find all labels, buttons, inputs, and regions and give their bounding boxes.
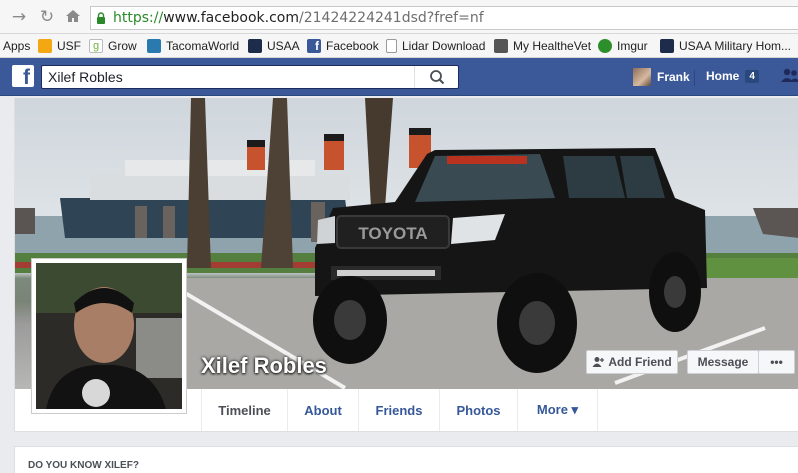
forward-arrow-icon[interactable]: → <box>10 8 28 26</box>
imgur-icon <box>598 39 612 53</box>
facebook-top-bar: f Frank Home 4 <box>0 58 798 96</box>
bookmarks-bar: Apps USF g Grow TacomaWorld USAA f Faceboo… <box>0 34 798 58</box>
avatar <box>36 263 182 409</box>
bookmark-usaa-military-home[interactable]: USAA Military Hom... <box>660 38 791 54</box>
search-icon <box>430 70 445 85</box>
do-you-know-section: DO YOU KNOW XILEF? <box>14 446 798 473</box>
avatar <box>633 68 651 86</box>
more-options-button[interactable]: ••• <box>758 350 795 374</box>
tacomaworld-icon <box>147 39 161 53</box>
grow-leaf-icon: g <box>89 39 103 53</box>
search-button[interactable] <box>414 66 458 88</box>
facebook-search[interactable] <box>41 65 459 89</box>
bookmark-tacomaworld[interactable]: TacomaWorld <box>147 38 239 54</box>
url-text: https://www.facebook.com/21424224241dsd?… <box>113 10 484 26</box>
home-count-badge: 4 <box>745 69 759 83</box>
profile-name[interactable]: Xilef Robles <box>201 353 327 379</box>
usf-icon <box>38 39 52 53</box>
bookmark-my-healthevet[interactable]: My HealtheVet <box>494 38 591 54</box>
search-input[interactable] <box>48 69 418 85</box>
page-icon <box>386 39 397 53</box>
section-heading: DO YOU KNOW XILEF? <box>28 460 139 471</box>
bookmark-grow[interactable]: g Grow <box>89 38 137 54</box>
add-friend-button[interactable]: Add Friend <box>586 350 678 374</box>
profile-header: TOYOTA Xilef Robles Add Friend Message •… <box>14 98 798 432</box>
bookmark-usf[interactable]: USF <box>38 38 81 54</box>
tab-about[interactable]: About <box>288 389 359 431</box>
tab-more[interactable]: More ▾ <box>518 389 598 431</box>
bookmark-apps[interactable]: Apps <box>3 38 30 54</box>
bookmark-lidar-download[interactable]: Lidar Download <box>386 38 485 54</box>
reload-icon[interactable]: ↻ <box>38 8 56 26</box>
divider <box>694 70 695 86</box>
bookmark-facebook[interactable]: f Facebook <box>307 38 379 54</box>
tab-photos[interactable]: Photos <box>440 389 518 431</box>
profile-link[interactable]: Frank <box>633 68 690 86</box>
more-dots-icon: ••• <box>770 355 783 369</box>
lock-icon <box>97 12 105 24</box>
browser-toolbar: → ↻ https://www.facebook.com/21424224241… <box>0 0 798 34</box>
facebook-logo-icon[interactable]: f <box>12 65 34 87</box>
friend-requests-icon[interactable] <box>780 67 798 85</box>
grille-lettering: TOYOTA <box>358 224 427 243</box>
home-icon[interactable] <box>64 8 82 26</box>
healthevet-icon <box>494 39 508 53</box>
message-button[interactable]: Message <box>687 350 759 374</box>
tab-friends[interactable]: Friends <box>359 389 440 431</box>
profile-tabs: Timeline About Friends Photos More ▾ <box>201 389 598 431</box>
bookmark-imgur[interactable]: Imgur <box>598 38 648 54</box>
add-friend-icon <box>592 357 605 367</box>
home-link[interactable]: Home 4 <box>706 69 759 83</box>
usaa-eagle-icon <box>248 39 262 53</box>
address-bar[interactable]: https://www.facebook.com/21424224241dsd?… <box>90 6 798 30</box>
tab-timeline[interactable]: Timeline <box>201 389 288 431</box>
profile-picture[interactable] <box>31 258 187 414</box>
usaa-eagle-icon <box>660 39 674 53</box>
facebook-icon: f <box>307 39 321 53</box>
bookmark-usaa[interactable]: USAA <box>248 38 300 54</box>
